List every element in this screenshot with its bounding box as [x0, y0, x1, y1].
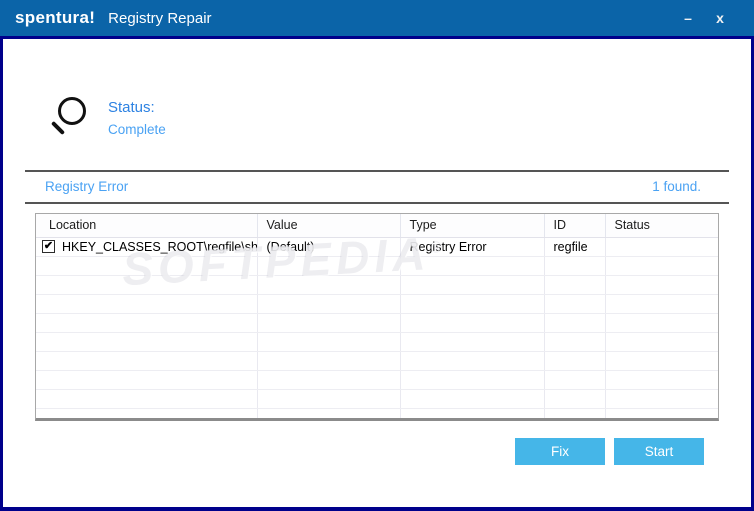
empty-table-row	[36, 256, 718, 276]
type-cell: Registry Error	[400, 237, 545, 257]
result-category-label: Registry Error	[45, 179, 129, 194]
fix-button[interactable]: Fix	[515, 438, 605, 465]
magnifier-lens	[58, 97, 86, 125]
table-header-row: Location Value Type ID Status	[36, 214, 718, 238]
app-logo: spentura!	[15, 8, 96, 27]
magnifier-handle	[50, 120, 66, 136]
close-button[interactable]: x	[712, 10, 728, 26]
divider-top	[25, 170, 729, 172]
empty-table-row	[36, 408, 718, 418]
magnifier-icon	[50, 97, 90, 141]
empty-table-row	[36, 351, 718, 371]
titlebar: spentura! Registry Repair – x	[0, 0, 754, 39]
empty-table-row	[36, 313, 718, 333]
column-header-location[interactable]: Location	[36, 214, 258, 238]
divider-bottom	[25, 202, 729, 204]
empty-table-row	[36, 389, 718, 409]
column-header-value[interactable]: Value	[257, 214, 401, 238]
found-count-label: 1 found.	[652, 179, 701, 194]
empty-table-row	[36, 370, 718, 390]
status-label: Status:	[108, 99, 155, 116]
empty-table-row	[36, 275, 718, 295]
app-title: Registry Repair	[108, 9, 212, 27]
empty-table-row	[36, 332, 718, 352]
column-header-id[interactable]: ID	[544, 214, 606, 238]
window-border-bottom	[0, 507, 754, 511]
window-controls: – x	[680, 0, 728, 36]
status-cell	[605, 237, 718, 257]
results-table: Location Value Type ID Status ✔ HKEY_CLA…	[35, 213, 719, 421]
id-cell: regfile	[544, 237, 606, 257]
row-checkbox[interactable]: ✔	[42, 240, 55, 253]
minimize-button[interactable]: –	[680, 10, 696, 26]
table-row-registry-error[interactable]: ✔ HKEY_CLASSES_ROOT\regfile\sh... (Defau…	[36, 237, 718, 257]
status-value: Complete	[108, 122, 166, 137]
empty-table-row	[36, 294, 718, 314]
location-text: HKEY_CLASSES_ROOT\regfile\sh...	[62, 239, 257, 254]
registry-repair-window: spentura! Registry Repair – x Status: Co…	[0, 0, 754, 511]
column-header-type[interactable]: Type	[400, 214, 545, 238]
location-cell: ✔ HKEY_CLASSES_ROOT\regfile\sh...	[36, 237, 258, 257]
window-border-left	[0, 39, 3, 511]
start-button[interactable]: Start	[614, 438, 704, 465]
column-header-status[interactable]: Status	[605, 214, 718, 238]
value-cell: (Default)	[257, 237, 401, 257]
